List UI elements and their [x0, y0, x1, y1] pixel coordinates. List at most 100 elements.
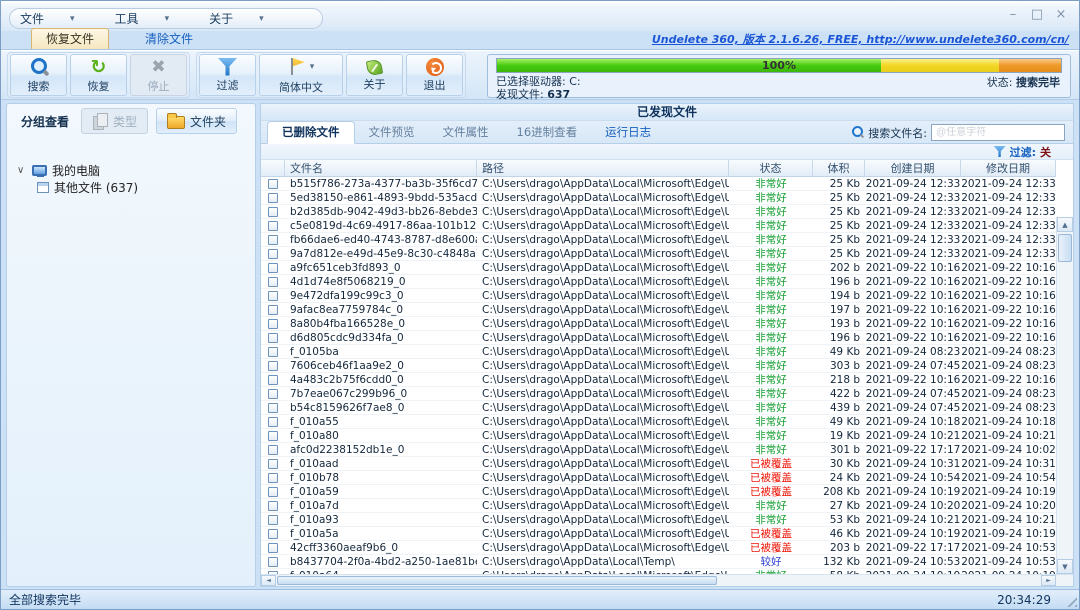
vertical-scroll-thumb[interactable]	[1058, 234, 1072, 262]
about-button[interactable]: 关于	[346, 54, 403, 96]
table-row[interactable]: 7606ceb46f1aa9e2_0 C:\Users\drago\AppDat…	[261, 359, 1056, 373]
header-filename[interactable]: 文件名	[285, 160, 477, 176]
horizontal-scrollbar[interactable]: ◄ ►	[261, 574, 1073, 586]
table-row[interactable]: a9fc651ceb3fd893_0 C:\Users\drago\AppDat…	[261, 261, 1056, 275]
row-checkbox[interactable]	[268, 501, 278, 511]
table-row[interactable]: 9e472dfa199c99c3_0 C:\Users\drago\AppDat…	[261, 289, 1056, 303]
tab-recover-files[interactable]: 恢复文件	[31, 28, 109, 49]
header-size[interactable]: 体积	[813, 160, 865, 176]
scroll-up-arrow[interactable]: ▲	[1057, 217, 1073, 232]
filter-button[interactable]: 过滤	[199, 54, 256, 96]
row-checkbox[interactable]	[268, 515, 278, 525]
table-row[interactable]: 4d1d74e8f5068219_0 C:\Users\drago\AppDat…	[261, 275, 1056, 289]
row-checkbox[interactable]	[268, 459, 278, 469]
row-checkbox[interactable]	[268, 277, 278, 287]
tree-item-my-computer[interactable]: ∨ 我的电脑	[17, 162, 255, 179]
table-row[interactable]: b2d385db-9042-49d3-bb26-8ebde31d7257.tmp…	[261, 205, 1056, 219]
row-checkbox[interactable]	[268, 305, 278, 315]
row-checkbox[interactable]	[268, 319, 278, 329]
cell-modified: 2021-09-24 10:20	[961, 499, 1056, 512]
filter-state-value[interactable]: 关	[1040, 144, 1051, 160]
table-row[interactable]: f_010a7d C:\Users\drago\AppData\Local\Mi…	[261, 499, 1056, 513]
table-row[interactable]: f_010b78 C:\Users\drago\AppData\Local\Mi…	[261, 471, 1056, 485]
language-button[interactable]: ▾ 简体中文	[259, 54, 343, 96]
exit-button[interactable]: 退出	[406, 54, 463, 96]
table-row[interactable]: b54c8159626f7ae8_0 C:\Users\drago\AppDat…	[261, 401, 1056, 415]
row-checkbox[interactable]	[268, 347, 278, 357]
row-checkbox[interactable]	[268, 543, 278, 553]
row-checkbox[interactable]	[268, 333, 278, 343]
tab-clean-files[interactable]: 清除文件	[131, 29, 207, 49]
table-row[interactable]: d6d805cdc9d334fa_0 C:\Users\drago\AppDat…	[261, 331, 1056, 345]
tab-file-properties[interactable]: 文件属性	[429, 122, 503, 143]
row-checkbox[interactable]	[268, 529, 278, 539]
table-row[interactable]: f_010a80 C:\Users\drago\AppData\Local\Mi…	[261, 429, 1056, 443]
maximize-button[interactable]: □	[1029, 7, 1045, 22]
search-button[interactable]: 搜索	[10, 54, 67, 96]
table-row[interactable]: f_010a93 C:\Users\drago\AppData\Local\Mi…	[261, 513, 1056, 527]
menu-about[interactable]: 关于 ▾	[209, 10, 264, 27]
table-row[interactable]: f_010a59 C:\Users\drago\AppData\Local\Mi…	[261, 485, 1056, 499]
row-checkbox[interactable]	[268, 361, 278, 371]
row-checkbox[interactable]	[268, 193, 278, 203]
tab-file-preview[interactable]: 文件预览	[355, 122, 429, 143]
table-row[interactable]: f_0105ba C:\Users\drago\AppData\Local\Mi…	[261, 345, 1056, 359]
row-checkbox[interactable]	[268, 403, 278, 413]
group-by-folder-button[interactable]: 文件夹	[156, 108, 237, 134]
table-row[interactable]: 5ed38150-e861-4893-9bdd-535acdb042cf.tmp…	[261, 191, 1056, 205]
row-checkbox[interactable]	[268, 375, 278, 385]
row-checkbox[interactable]	[268, 221, 278, 231]
row-checkbox[interactable]	[268, 473, 278, 483]
row-checkbox[interactable]	[268, 417, 278, 427]
table-row[interactable]: f_010a55 C:\Users\drago\AppData\Local\Mi…	[261, 415, 1056, 429]
tab-hex-view[interactable]: 16进制查看	[503, 122, 592, 143]
scroll-right-arrow[interactable]: ►	[1041, 575, 1056, 586]
about-link[interactable]: Undelete 360, 版本 2.1.6.26, FREE, http://…	[652, 31, 1069, 47]
header-status[interactable]: 状态	[729, 160, 813, 176]
scroll-down-arrow[interactable]: ▼	[1057, 559, 1073, 574]
header-path[interactable]: 路径	[477, 160, 729, 176]
row-checkbox[interactable]	[268, 179, 278, 189]
menu-file[interactable]: 文件 ▾	[20, 10, 75, 27]
table-row[interactable]: c5e0819d-4c69-4917-86aa-101b129bb57e.tmp…	[261, 219, 1056, 233]
scroll-left-arrow[interactable]: ◄	[261, 575, 276, 586]
table-row[interactable]: f_010a5a C:\Users\drago\AppData\Local\Mi…	[261, 527, 1056, 541]
row-checkbox[interactable]	[268, 235, 278, 245]
tab-run-log[interactable]: 运行日志	[591, 122, 665, 143]
header-created[interactable]: 创建日期	[865, 160, 961, 176]
table-row[interactable]: fb66dae6-ed40-4743-8787-d8e600aa769c.tmp…	[261, 233, 1056, 247]
row-checkbox[interactable]	[268, 431, 278, 441]
tree-item-other-files[interactable]: 其他文件 (637)	[17, 179, 255, 196]
cell-filename: b8437704-2f0a-4bd2-a250-1ae81beab498.tmp	[285, 555, 477, 568]
menu-tools[interactable]: 工具 ▾	[115, 10, 170, 27]
table-row[interactable]: afc0d2238152db1e_0 C:\Users\drago\AppDat…	[261, 443, 1056, 457]
header-modified[interactable]: 修改日期	[961, 160, 1056, 176]
results-tabs: 已删除文件 文件预览 文件属性 16进制查看 运行日志 搜索文件名:	[261, 121, 1073, 144]
row-checkbox[interactable]	[268, 445, 278, 455]
restore-button[interactable]: ↻ 恢复	[70, 54, 127, 96]
table-row[interactable]: 8a80b4fba166528e_0 C:\Users\drago\AppDat…	[261, 317, 1056, 331]
row-checkbox[interactable]	[268, 291, 278, 301]
row-checkbox[interactable]	[268, 557, 278, 567]
table-row[interactable]: f_010aad C:\Users\drago\AppData\Local\Mi…	[261, 457, 1056, 471]
filter-state-label[interactable]: 过滤:	[1010, 144, 1036, 160]
table-row[interactable]: b8437704-2f0a-4bd2-a250-1ae81beab498.tmp…	[261, 555, 1056, 569]
row-checkbox[interactable]	[268, 249, 278, 259]
row-checkbox[interactable]	[268, 487, 278, 497]
close-button[interactable]: ×	[1053, 7, 1069, 22]
table-row[interactable]: 42cff3360aeaf9b6_0 C:\Users\drago\AppDat…	[261, 541, 1056, 555]
tree-expand-icon[interactable]: ∨	[17, 165, 27, 176]
table-row[interactable]: 7b7eae067c299b96_0 C:\Users\drago\AppDat…	[261, 387, 1056, 401]
table-row[interactable]: 4a483c2b75f6cdd0_0 C:\Users\drago\AppDat…	[261, 373, 1056, 387]
tab-deleted-files[interactable]: 已删除文件	[267, 121, 355, 144]
table-row[interactable]: 9a7d812e-e49d-45e9-8c30-c4848a70a239.tmp…	[261, 247, 1056, 261]
row-checkbox[interactable]	[268, 207, 278, 217]
row-checkbox[interactable]	[268, 389, 278, 399]
table-row[interactable]: 9afac8ea7759784c_0 C:\Users\drago\AppDat…	[261, 303, 1056, 317]
row-checkbox[interactable]	[268, 263, 278, 273]
table-row[interactable]: b515f786-273a-4377-ba3b-35f6cd7e445a.tmp…	[261, 177, 1056, 191]
vertical-scrollbar[interactable]: ▲ ▼	[1056, 217, 1073, 574]
minimize-button[interactable]: –	[1005, 7, 1021, 22]
search-filename-input[interactable]	[931, 124, 1065, 141]
horizontal-scroll-thumb[interactable]	[277, 576, 717, 585]
